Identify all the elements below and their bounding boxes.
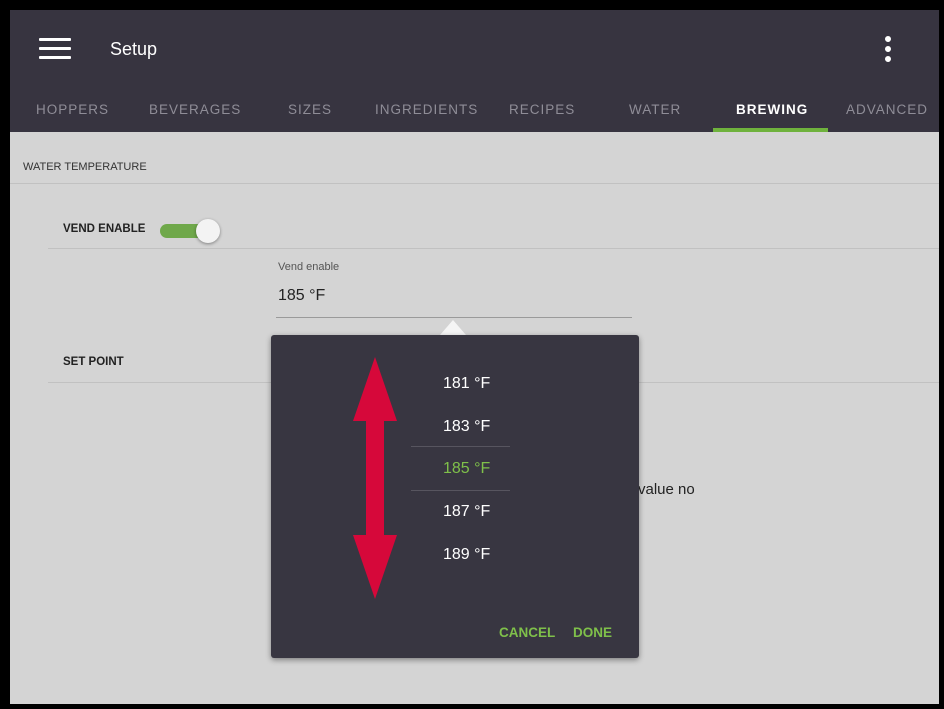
hamburger-menu-icon[interactable] (39, 38, 71, 60)
overflow-menu-icon[interactable] (882, 36, 894, 68)
picker-option[interactable]: 181 °F (443, 375, 490, 393)
cancel-button[interactable]: CANCEL (499, 625, 555, 640)
field-label: Vend enable (278, 261, 340, 273)
field-underline (276, 317, 632, 318)
section-title: WATER TEMPERATURE (23, 161, 147, 173)
picker-option[interactable]: 189 °F (443, 546, 490, 564)
tab-water[interactable]: WATER (629, 102, 681, 117)
picker-option[interactable]: 183 °F (443, 418, 490, 436)
background-text: value no (638, 481, 695, 498)
vend-enable-label: VEND ENABLE (63, 223, 146, 235)
tab-hoppers[interactable]: HOPPERS (36, 102, 109, 117)
temperature-picker-dialog: 181 °F 183 °F 185 °F 187 °F 189 °F CANCE… (271, 335, 639, 658)
tab-ingredients[interactable]: INGREDIENTS (375, 102, 478, 117)
temperature-field[interactable]: 185 °F (278, 287, 325, 305)
section-divider (10, 183, 939, 184)
double-arrow-icon (353, 357, 397, 599)
vend-enable-toggle[interactable] (160, 218, 224, 244)
tab-brewing[interactable]: BREWING (736, 102, 808, 117)
app-bar: Setup HOPPERS BEVERAGES SIZES INGREDIENT… (10, 10, 939, 132)
picker-option-selected[interactable]: 185 °F (443, 460, 490, 478)
set-point-label: SET POINT (63, 356, 124, 368)
tab-sizes[interactable]: SIZES (288, 102, 332, 117)
toggle-thumb (196, 219, 220, 243)
popup-pointer (440, 320, 466, 335)
tab-recipes[interactable]: RECIPES (509, 102, 575, 117)
app-title: Setup (110, 39, 158, 59)
tab-beverages[interactable]: BEVERAGES (149, 102, 241, 117)
screen: Setup HOPPERS BEVERAGES SIZES INGREDIENT… (10, 10, 939, 704)
row-divider (48, 248, 939, 249)
done-button[interactable]: DONE (573, 625, 612, 640)
selection-line-top (411, 446, 510, 447)
selection-line-bottom (411, 490, 510, 491)
picker-option[interactable]: 187 °F (443, 503, 490, 521)
active-tab-indicator (713, 128, 828, 132)
tab-advanced[interactable]: ADVANCED (846, 102, 928, 117)
